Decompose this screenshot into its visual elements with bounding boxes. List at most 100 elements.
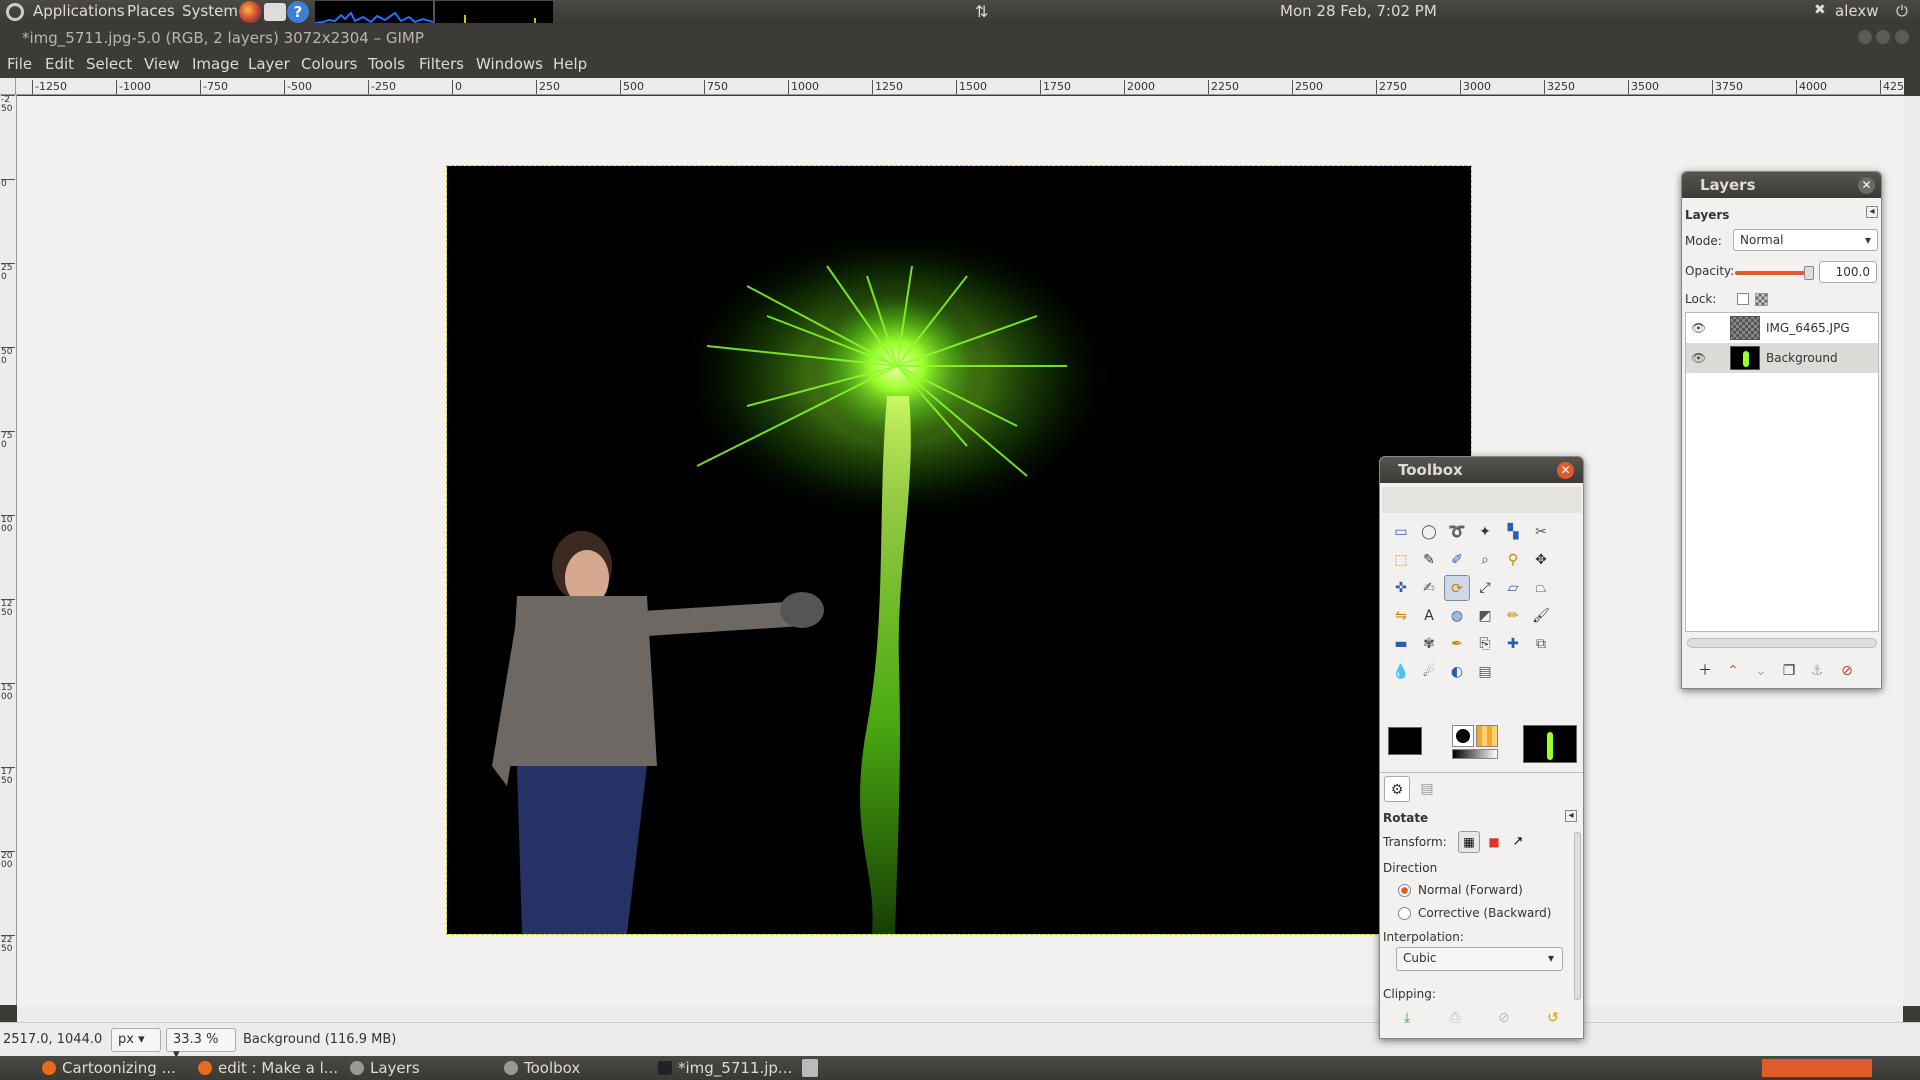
lock-pixels-checkbox[interactable]	[1737, 293, 1749, 305]
task-toolbox[interactable]: Toolbox	[496, 1057, 646, 1079]
tool-ellipse-select-icon[interactable]: ◯	[1416, 519, 1442, 545]
tool-rect-select-icon[interactable]: ▭	[1388, 519, 1414, 545]
menu-filters[interactable]: Filters	[419, 55, 464, 73]
clock[interactable]: Mon 28 Feb, 7:02 PM	[1280, 2, 1437, 20]
power-icon[interactable]: ⏻	[1896, 2, 1908, 20]
opacity-slider[interactable]	[1735, 271, 1810, 275]
tool-move-icon[interactable]: ✥	[1528, 547, 1554, 573]
tool-eraser-icon[interactable]: ▬	[1388, 631, 1414, 657]
layer-row[interactable]: 👁 Background	[1686, 343, 1878, 373]
tool-paintbrush-icon[interactable]: 🖌	[1528, 603, 1554, 629]
layers-hscrollbar[interactable]	[1687, 638, 1877, 648]
layer-name[interactable]: Background	[1766, 351, 1838, 365]
horizontal-ruler[interactable]: -1250 -1000 -750 -500 -250 0 250 500 750 1000 1250…	[16, 78, 1904, 95]
menu-help[interactable]: Help	[553, 55, 587, 73]
mail-launcher-icon[interactable]	[264, 3, 286, 21]
layers-dialog-title[interactable]: Layers	[1682, 172, 1881, 198]
tool-crop-icon[interactable]: ✍	[1416, 575, 1442, 601]
vertical-scrollbar[interactable]	[1903, 96, 1920, 1006]
tool-select-by-color-icon[interactable]: ▚	[1500, 519, 1526, 545]
tool-align-icon[interactable]: ✜	[1388, 575, 1414, 601]
horizontal-scrollbar[interactable]	[17, 1006, 1903, 1022]
tool-free-select-icon[interactable]: ➰	[1444, 519, 1470, 545]
tool-levels-icon[interactable]: ▤	[1472, 659, 1498, 685]
opacity-slider-handle[interactable]	[1804, 266, 1814, 280]
logout-x-icon[interactable]: ✖	[1814, 2, 1826, 18]
menu-layer[interactable]: Layer	[248, 55, 290, 73]
interpolation-select[interactable]: Cubic ▾	[1396, 947, 1563, 971]
active-image-thumbnail[interactable]	[1523, 725, 1577, 763]
minimize-button[interactable]	[1858, 30, 1872, 44]
visibility-eye-icon[interactable]: 👁	[1691, 321, 1706, 335]
firefox-launcher-icon[interactable]	[239, 1, 261, 23]
pattern-preview[interactable]	[1476, 725, 1498, 747]
tool-perspective-clone-icon[interactable]: ⧉	[1528, 631, 1554, 657]
ubuntu-logo-icon[interactable]	[6, 3, 24, 21]
tool-pencil-icon[interactable]: ✏	[1500, 603, 1526, 629]
tool-clone-icon[interactable]: ⎘	[1472, 631, 1498, 657]
vertical-ruler[interactable]: -250025050075010001250150017502000225025…	[0, 95, 17, 1005]
tool-perspective-icon[interactable]: ⏢	[1528, 575, 1554, 601]
menu-image[interactable]: Image	[192, 55, 239, 73]
save-options-icon[interactable]: ⤓	[1394, 1005, 1420, 1031]
direction-normal-label[interactable]: Normal (Forward)	[1418, 883, 1523, 897]
tool-scale-icon[interactable]: ⤢	[1472, 575, 1498, 601]
options-menu-icon[interactable]: ◂	[1565, 810, 1577, 822]
tool-scissors-select-icon[interactable]: ✂	[1528, 519, 1554, 545]
tab-menu-icon[interactable]: ◂	[1866, 206, 1878, 218]
toolbox-dialog[interactable]: Toolbox ✕ ▭ ◯ ➰ ✦ ▚ ✂ ⬚ ✎ ✐ ⌕ ⚲ ✥ ✜ ✍ ⟳ ⤢ ▱ ⏢ ⇋ A ◍ ◩ ✏ 🖌 ▬ ✾ ✒ ⎘ ✚ ⧉…	[1379, 456, 1584, 1039]
tool-dodge-burn-icon[interactable]: ◐	[1444, 659, 1470, 685]
quick-mask-corner[interactable]	[0, 78, 16, 95]
toolbox-close-icon[interactable]: ✕	[1557, 462, 1574, 479]
help-launcher-icon[interactable]: ?	[287, 1, 309, 23]
tool-options-tab-icon[interactable]: ⚙	[1384, 776, 1410, 802]
zoom-select[interactable]: 33.3 % ▾	[166, 1028, 236, 1062]
gradient-preview[interactable]	[1452, 749, 1498, 759]
tool-rotate-icon[interactable]: ⟳	[1444, 575, 1470, 601]
transform-path-icon[interactable]: ↗	[1507, 831, 1529, 853]
toolbox-title[interactable]: Toolbox	[1380, 457, 1583, 483]
workspace-switcher[interactable]	[1762, 1059, 1872, 1077]
tool-ink-icon[interactable]: ✒	[1444, 631, 1470, 657]
menu-edit[interactable]: Edit	[45, 55, 74, 73]
foreground-color-swatch[interactable]	[1388, 727, 1422, 755]
tool-color-picker-icon[interactable]: ✐	[1444, 547, 1470, 573]
tool-blend-icon[interactable]: ◩	[1472, 603, 1498, 629]
anchor-layer-icon[interactable]: ⚓	[1804, 658, 1830, 684]
lower-layer-icon[interactable]: ⌄	[1748, 658, 1774, 684]
menu-view[interactable]: View	[144, 55, 180, 73]
menu-file[interactable]: File	[7, 55, 32, 73]
username[interactable]: alexw	[1835, 2, 1878, 20]
tool-shear-icon[interactable]: ▱	[1500, 575, 1526, 601]
tool-foreground-select-icon[interactable]: ⬚	[1388, 547, 1414, 573]
menu-select[interactable]: Select	[86, 55, 132, 73]
task-edit[interactable]: edit : Make a l...	[190, 1057, 340, 1079]
visibility-eye-icon[interactable]: 👁	[1691, 351, 1706, 365]
tool-smudge-icon[interactable]: ☄	[1416, 659, 1442, 685]
menu-colours[interactable]: Colours	[301, 55, 357, 73]
delete-options-icon[interactable]: ⊘	[1491, 1005, 1517, 1031]
tool-flip-icon[interactable]: ⇋	[1388, 603, 1414, 629]
direction-corrective-label[interactable]: Corrective (Backward)	[1418, 906, 1551, 920]
tool-airbrush-icon[interactable]: ✾	[1416, 631, 1442, 657]
task-img[interactable]: *img_5711.jp...	[650, 1057, 800, 1079]
layer-name[interactable]: IMG_6465.JPG	[1766, 321, 1850, 335]
places-menu[interactable]: Places	[127, 2, 175, 20]
menu-windows[interactable]: Windows	[476, 55, 543, 73]
device-status-tab-icon[interactable]: ▤	[1414, 776, 1440, 802]
maximize-button[interactable]	[1876, 30, 1890, 44]
tool-heal-icon[interactable]: ✚	[1500, 631, 1526, 657]
window-titlebar[interactable]: *img_5711.jpg-5.0 (RGB, 2 layers) 3072x2…	[0, 24, 1920, 52]
layer-row[interactable]: 👁 IMG_6465.JPG	[1686, 313, 1878, 343]
new-layer-icon[interactable]: ＋	[1692, 658, 1718, 684]
layers-close-icon[interactable]: ✕	[1858, 177, 1875, 194]
mode-select[interactable]: Normal ▾	[1733, 229, 1878, 251]
restore-options-icon[interactable]: ⎙	[1442, 1005, 1468, 1031]
options-scrollbar[interactable]	[1574, 832, 1581, 1000]
transform-selection-icon[interactable]: ■	[1483, 831, 1505, 853]
tool-text-icon[interactable]: A	[1416, 603, 1442, 629]
duplicate-layer-icon[interactable]: ❐	[1776, 658, 1802, 684]
tool-fuzzy-select-icon[interactable]: ✦	[1472, 519, 1498, 545]
trash-icon[interactable]	[802, 1059, 818, 1077]
layers-dialog[interactable]: Layers ✕ Layers ◂ Mode: Normal ▾ Opacity:…	[1681, 171, 1882, 689]
